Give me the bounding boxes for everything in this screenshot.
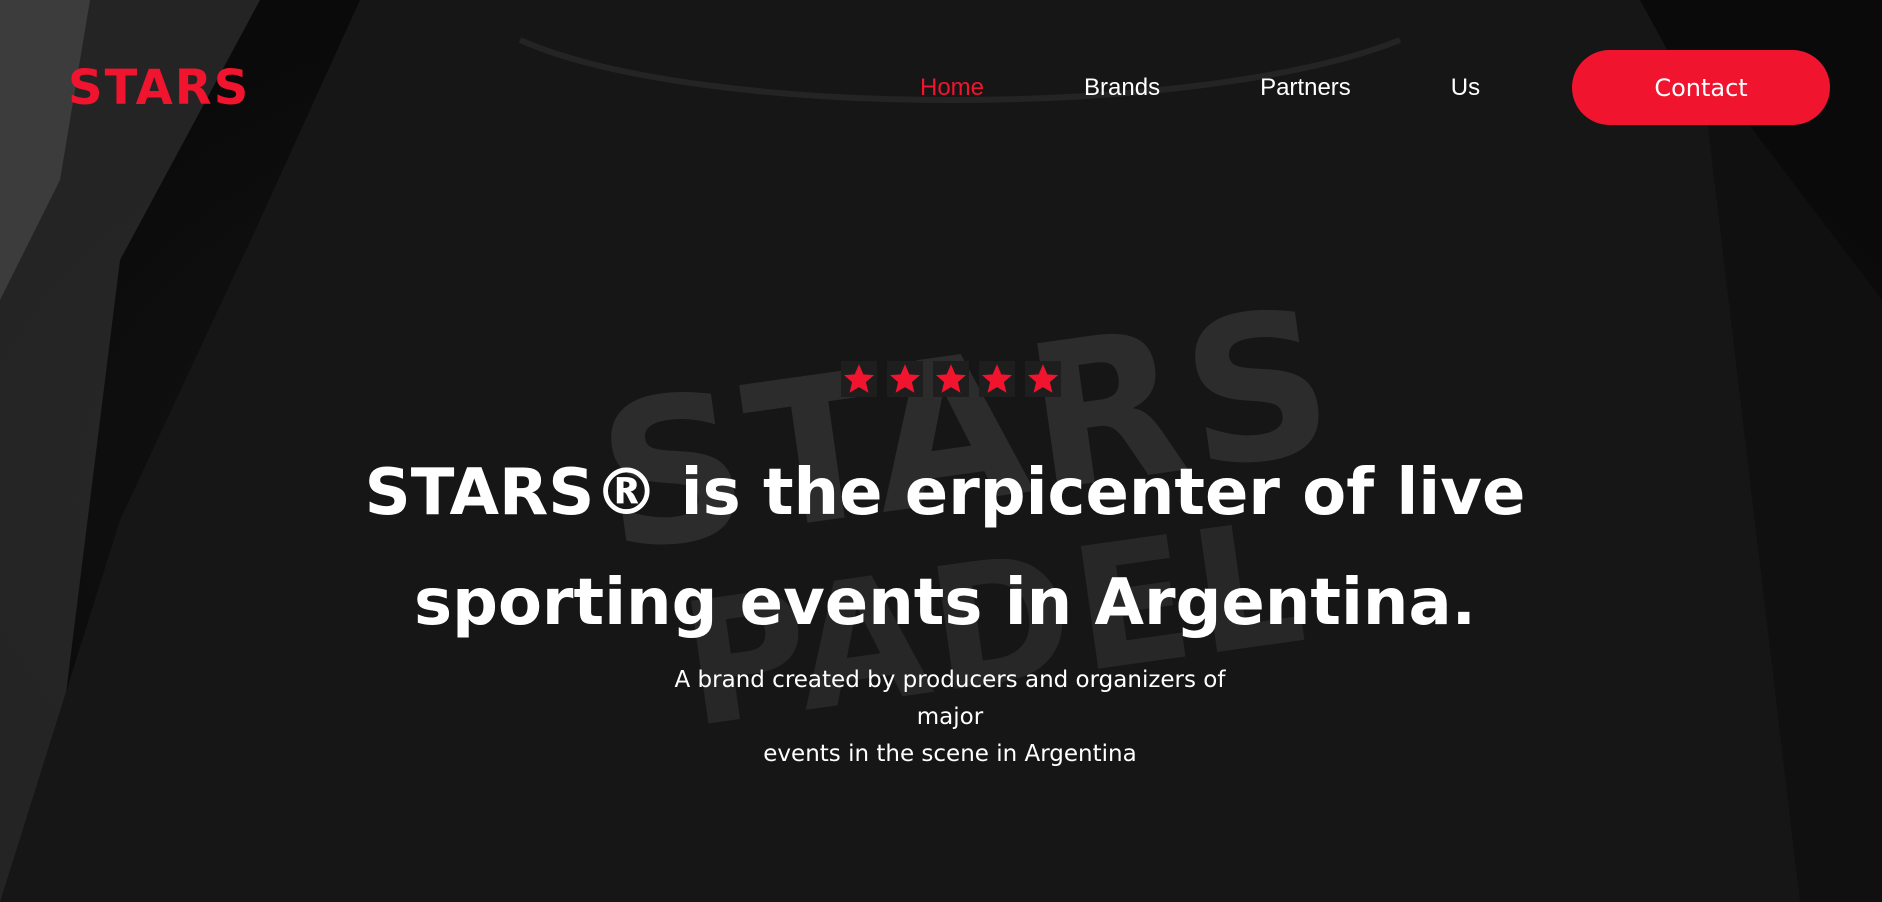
star-icon bbox=[933, 361, 969, 397]
nav-menu: Home Brands Partners Us bbox=[920, 68, 1480, 108]
nav-link-home[interactable]: Home bbox=[920, 68, 984, 108]
star-icon bbox=[841, 361, 877, 397]
stars-logo[interactable]: STARS bbox=[68, 60, 250, 116]
nav-link-us[interactable]: Us bbox=[1451, 68, 1480, 108]
hero-headline: STARS® is the erpicenter of live sportin… bbox=[340, 438, 1550, 658]
subtitle-line: A brand created by producers and organiz… bbox=[674, 667, 1226, 730]
nav-link-partners[interactable]: Partners bbox=[1260, 68, 1351, 108]
contact-button[interactable]: Contact bbox=[1572, 50, 1830, 125]
hero-subtitle: A brand created by producers and organiz… bbox=[640, 662, 1260, 773]
star-icon bbox=[1025, 361, 1061, 397]
nav-link-brands[interactable]: Brands bbox=[1084, 68, 1160, 108]
star-icon bbox=[887, 361, 923, 397]
headline-line: STARS® is the erpicenter of live bbox=[364, 456, 1526, 530]
top-navbar: STARS Home Brands Partners Us Contact bbox=[0, 0, 1882, 176]
star-icon bbox=[979, 361, 1015, 397]
subtitle-line: events in the scene in Argentina bbox=[763, 741, 1137, 767]
rating-stars bbox=[841, 361, 1061, 397]
headline-line: sporting events in Argentina. bbox=[414, 566, 1476, 640]
